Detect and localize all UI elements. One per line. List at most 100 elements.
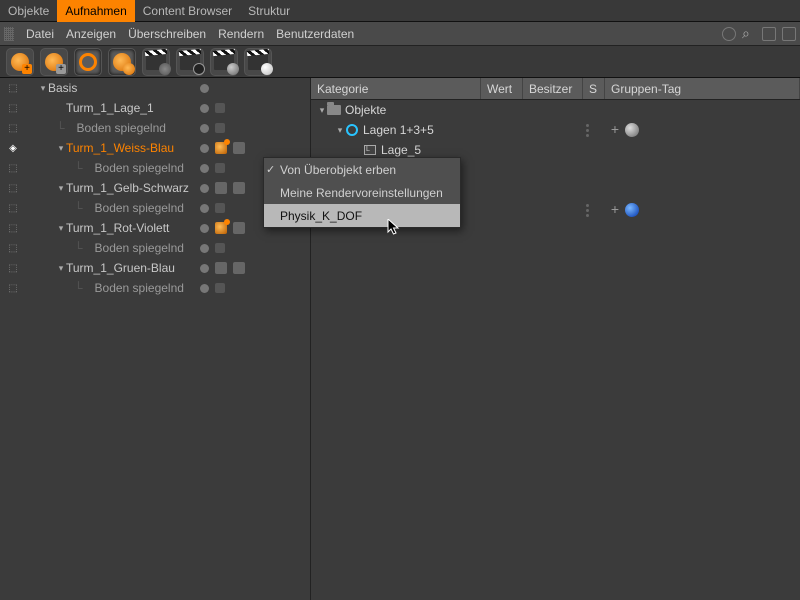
take-row[interactable]: ⬚└Boden spiegelnd (0, 278, 310, 298)
status-dot-icon[interactable] (200, 104, 209, 113)
status-dot-icon[interactable] (200, 224, 209, 233)
selection-marker-icon[interactable]: ⬚ (6, 183, 20, 194)
status-dot-icon[interactable] (200, 204, 209, 213)
material-sphere-icon[interactable] (625, 203, 639, 217)
context-menu-item[interactable]: Meine Rendervoreinstellungen (264, 181, 460, 204)
disclosure-toggle[interactable]: ▾ (56, 263, 66, 274)
col-gruppen-tag[interactable]: Gruppen-Tag (605, 78, 800, 99)
take-label[interactable]: Basis (48, 81, 77, 95)
take-label[interactable]: Turm_1_Gelb-Schwarz (66, 181, 189, 195)
status-dot-icon[interactable] (200, 264, 209, 273)
tab-aufnahmen[interactable]: Aufnahmen (57, 0, 134, 22)
selection-marker-icon[interactable]: ⬚ (6, 283, 20, 294)
override-slot-icon[interactable] (215, 163, 225, 173)
disclosure-toggle[interactable]: ▾ (56, 223, 66, 234)
context-menu-item[interactable]: ✓Von Überobjekt erben (264, 158, 460, 181)
auto-take-toggle[interactable] (74, 48, 102, 76)
show-takes-toggle[interactable] (108, 48, 136, 76)
override-row[interactable]: ▾Objekte (311, 100, 800, 120)
add-tag-button[interactable]: + (609, 204, 621, 216)
take-label[interactable]: Turm_1_Lage_1 (66, 101, 154, 115)
drag-handle-icon[interactable] (583, 204, 591, 217)
override-row[interactable]: ▾ Lagen 1+3+5 + (311, 120, 800, 140)
take-label[interactable]: Turm_1_Weiss-Blau (66, 141, 174, 155)
disclosure-toggle[interactable]: ▾ (317, 105, 327, 116)
menu-ueberschreiben[interactable]: Überschreiben (128, 27, 206, 41)
selection-marker-icon[interactable]: ◈ (6, 143, 20, 154)
disclosure-toggle[interactable]: ▾ (38, 83, 48, 94)
selection-marker-icon[interactable]: ⬚ (6, 243, 20, 254)
override-slot-icon[interactable] (215, 123, 225, 133)
take-label[interactable]: Boden spiegelnd (95, 161, 184, 175)
override-slot-icon[interactable] (215, 243, 225, 253)
status-dot-icon[interactable] (200, 244, 209, 253)
override-label[interactable]: Lage_5 (381, 143, 421, 157)
new-take-button[interactable]: + (6, 48, 34, 76)
tab-struktur[interactable]: Struktur (240, 0, 298, 22)
tab-objekte[interactable]: Objekte (0, 0, 57, 22)
camera-slot-icon[interactable] (233, 182, 245, 194)
render-settings-4-button[interactable] (244, 48, 272, 76)
search-icon[interactable] (742, 27, 756, 41)
render-settings-1-button[interactable] (142, 48, 170, 76)
render-setting-icon[interactable] (215, 142, 227, 154)
status-dot-icon[interactable] (200, 184, 209, 193)
add-tag-button[interactable]: + (609, 124, 621, 136)
render-setting-icon[interactable] (215, 222, 227, 234)
status-dot-icon[interactable] (200, 84, 209, 93)
camera-slot-icon[interactable] (215, 262, 227, 274)
drag-handle-icon[interactable] (583, 124, 591, 137)
status-dot-icon[interactable] (200, 144, 209, 153)
take-label[interactable]: Boden spiegelnd (95, 241, 184, 255)
selection-marker-icon[interactable]: ⬚ (6, 123, 20, 134)
render-settings-2-button[interactable] (176, 48, 204, 76)
status-dot-icon[interactable] (200, 284, 209, 293)
take-label[interactable]: Boden spiegelnd (95, 281, 184, 295)
take-label[interactable]: Turm_1_Rot-Violett (66, 221, 169, 235)
take-row[interactable]: ⬚▾Turm_1_Gruen-Blau (0, 258, 310, 278)
panel-max-icon[interactable] (782, 27, 796, 41)
col-wert[interactable]: Wert (481, 78, 523, 99)
take-row[interactable]: ◈ ▾Turm_1_Weiss-Blau (0, 138, 310, 158)
drag-grip-icon[interactable] (4, 27, 14, 41)
selection-marker-icon[interactable]: ⬚ (6, 103, 20, 114)
col-s[interactable]: S (583, 78, 605, 99)
disclosure-toggle[interactable]: ▾ (335, 125, 345, 136)
camera-slot-icon[interactable] (233, 142, 245, 154)
take-label[interactable]: Boden spiegelnd (95, 201, 184, 215)
take-label[interactable]: Turm_1_Gruen-Blau (66, 261, 175, 275)
selection-marker-icon[interactable]: ⬚ (6, 83, 20, 94)
help-icon[interactable] (722, 27, 736, 41)
selection-marker-icon[interactable]: ⬚ (6, 223, 20, 234)
camera-slot-icon[interactable] (233, 222, 245, 234)
col-besitzer[interactable]: Besitzer (523, 78, 583, 99)
take-row[interactable]: ⬚ Turm_1_Lage_1 (0, 98, 310, 118)
render-settings-3-button[interactable] (210, 48, 238, 76)
override-label[interactable]: Lagen 1+3+5 (363, 123, 434, 137)
new-take-child-button[interactable]: + (40, 48, 68, 76)
take-row[interactable]: ⬚└Boden spiegelnd (0, 118, 310, 138)
take-row[interactable]: ⬚└Boden spiegelnd (0, 238, 310, 258)
override-slot-icon[interactable] (215, 203, 225, 213)
override-slot-icon[interactable] (215, 283, 225, 293)
take-row[interactable]: ⬚ ▾Basis (0, 78, 310, 98)
material-sphere-icon[interactable] (625, 123, 639, 137)
col-kategorie[interactable]: Kategorie (311, 78, 481, 99)
take-label[interactable]: Boden spiegelnd (77, 121, 166, 135)
status-dot-icon[interactable] (200, 124, 209, 133)
menu-datei[interactable]: Datei (26, 27, 54, 41)
context-menu-item[interactable]: Physik_K_DOF (264, 204, 460, 227)
panel-min-icon[interactable] (762, 27, 776, 41)
camera-slot-icon[interactable] (215, 182, 227, 194)
camera-slot-icon[interactable] (233, 262, 245, 274)
override-slot-icon[interactable] (215, 103, 225, 113)
status-dot-icon[interactable] (200, 164, 209, 173)
tab-content-browser[interactable]: Content Browser (135, 0, 240, 22)
disclosure-toggle[interactable]: ▾ (56, 143, 66, 154)
selection-marker-icon[interactable]: ⬚ (6, 163, 20, 174)
menu-anzeigen[interactable]: Anzeigen (66, 27, 116, 41)
menu-rendern[interactable]: Rendern (218, 27, 264, 41)
menu-benutzerdaten[interactable]: Benutzerdaten (276, 27, 354, 41)
disclosure-toggle[interactable]: ▾ (56, 183, 66, 194)
selection-marker-icon[interactable]: ⬚ (6, 203, 20, 214)
